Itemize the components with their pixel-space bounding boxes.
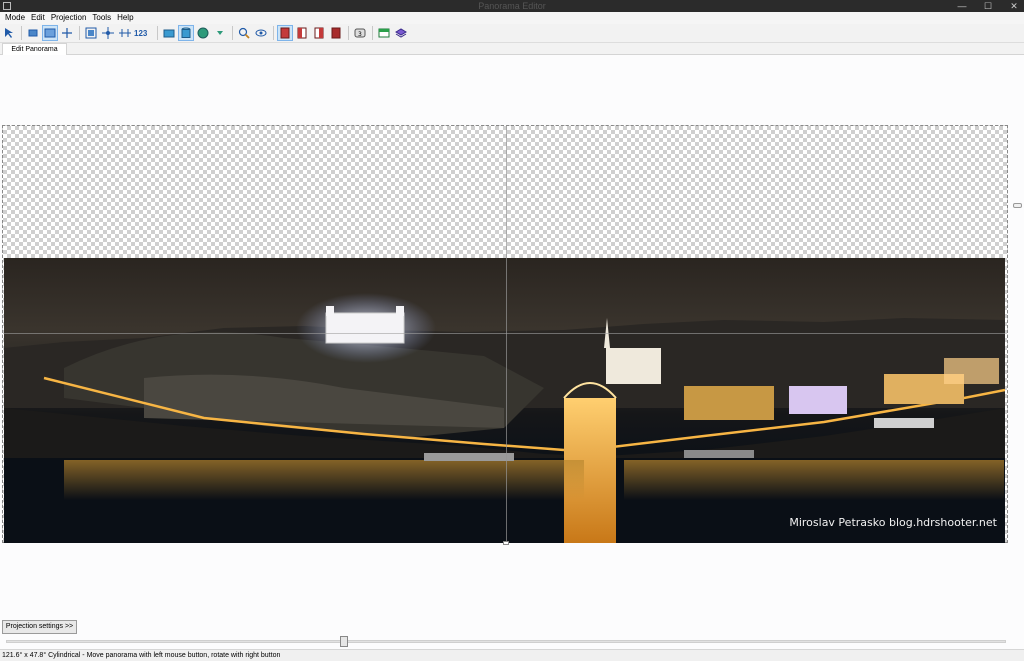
crop-icon[interactable] — [376, 25, 392, 41]
select-tool-icon[interactable] — [1, 25, 17, 41]
menu-mode[interactable]: Mode — [2, 12, 28, 24]
window-controls: — ☐ ✕ — [956, 0, 1020, 12]
toolbar: 123 3 — [0, 24, 1024, 43]
tab-strip: Edit Panorama — [0, 43, 1024, 55]
toolbar-separator — [79, 26, 80, 40]
title-bar: Panorama Editor — ☐ ✕ — [0, 0, 1024, 12]
menu-help[interactable]: Help — [114, 12, 136, 24]
image-all-icon[interactable] — [328, 25, 344, 41]
preview-eye-icon[interactable] — [253, 25, 269, 41]
toolbar-separator — [157, 26, 158, 40]
fov-slider-track[interactable] — [6, 640, 1006, 643]
maximize-button[interactable]: ☐ — [982, 1, 994, 12]
toolbar-separator — [348, 26, 349, 40]
number-button[interactable]: 123 — [134, 29, 154, 38]
status-bar: 121.6° x 47.8° Cylindrical - Move panora… — [0, 649, 1024, 661]
vertical-fov-handle[interactable] — [1013, 203, 1022, 208]
menu-tools[interactable]: Tools — [89, 12, 114, 24]
zoom-icon[interactable] — [236, 25, 252, 41]
menu-projection[interactable]: Projection — [48, 12, 90, 24]
bottom-center-handle[interactable] — [503, 541, 509, 545]
fit-panorama-icon[interactable] — [83, 25, 99, 41]
toolbar-separator — [273, 26, 274, 40]
toolbar-separator — [232, 26, 233, 40]
rectilinear-projection-icon[interactable] — [161, 25, 177, 41]
toolbar-separator — [21, 26, 22, 40]
layers-icon[interactable] — [393, 25, 409, 41]
center-icon[interactable] — [100, 25, 116, 41]
photo-watermark: Miroslav Petrasko blog.hdrshooter.net — [789, 516, 997, 529]
menu-bar: Mode Edit Projection Tools Help — [0, 12, 1024, 24]
panorama-canvas[interactable]: Miroslav Petrasko blog.hdrshooter.net — [0, 55, 1024, 649]
move-image-icon[interactable] — [25, 25, 41, 41]
tab-edit-panorama[interactable]: Edit Panorama — [2, 43, 67, 55]
projection-dropdown-icon[interactable] — [212, 25, 228, 41]
status-text: 121.6° x 47.8° Cylindrical - Move panora… — [2, 652, 281, 659]
menu-edit[interactable]: Edit — [28, 12, 48, 24]
panorama-image[interactable]: Miroslav Petrasko blog.hdrshooter.net — [4, 258, 1005, 543]
city-night-panorama — [4, 293, 1005, 543]
straighten-icon[interactable] — [117, 25, 133, 41]
horizon-line[interactable] — [4, 333, 1005, 334]
close-button[interactable]: ✕ — [1008, 1, 1020, 12]
toolbar-separator — [372, 26, 373, 40]
minimize-button[interactable]: — — [956, 1, 968, 11]
image-left-icon[interactable] — [294, 25, 310, 41]
fov-slider-thumb[interactable] — [340, 636, 348, 647]
svg-text:3: 3 — [358, 31, 362, 38]
identify-icon[interactable]: 3 — [352, 25, 368, 41]
vertical-center-line — [506, 125, 507, 545]
image-right-icon[interactable] — [311, 25, 327, 41]
spherical-projection-icon[interactable] — [195, 25, 211, 41]
crosshair-icon[interactable] — [59, 25, 75, 41]
projection-settings-button[interactable]: Projection settings >> — [2, 620, 77, 634]
cylindrical-projection-icon[interactable] — [178, 25, 194, 41]
image-stack-icon[interactable] — [277, 25, 293, 41]
window-title: Panorama Editor — [478, 1, 546, 11]
drag-panorama-icon[interactable] — [42, 25, 58, 41]
